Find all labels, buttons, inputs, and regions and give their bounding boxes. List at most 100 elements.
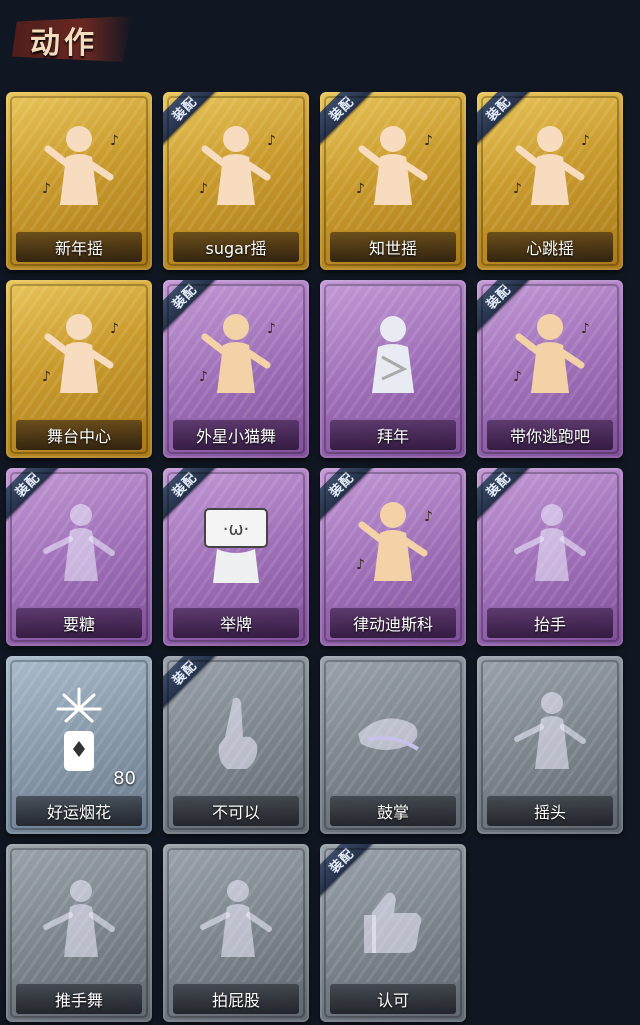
equipped-ribbon: 装配 xyxy=(477,280,533,336)
emote-name: 不可以 xyxy=(211,803,260,822)
card-label-bar: 拍屁股 xyxy=(173,984,299,1014)
emote-name: 新年摇 xyxy=(54,239,103,258)
svg-text:♪: ♪ xyxy=(42,369,51,385)
emote-name: 鼓掌 xyxy=(376,803,409,822)
emote-card[interactable]: ♪ ♪ 装配知世摇 xyxy=(320,92,466,270)
equipped-label: 装配 xyxy=(12,469,44,501)
emote-name: 心跳摇 xyxy=(525,239,574,258)
emote-card[interactable]: 拍屁股 xyxy=(163,844,309,1022)
card-label-bar: 律动迪斯科 xyxy=(330,608,456,638)
emote-card[interactable]: ♪ ♪ 装配 sugar摇 xyxy=(163,92,309,270)
equipped-label: 装配 xyxy=(169,469,201,501)
svg-text:♪: ♪ xyxy=(581,321,590,337)
emote-name: 举牌 xyxy=(219,615,252,634)
equipped-ribbon: 装配 xyxy=(320,92,376,148)
emote-card[interactable]: ♪ ♪ 装配 外星小猫舞 xyxy=(163,280,309,458)
emote-name: 拜年 xyxy=(376,427,409,446)
emote-name: 知世摇 xyxy=(368,239,417,258)
emote-card[interactable]: 鼓掌 xyxy=(320,656,466,834)
card-label-bar: 不可以 xyxy=(173,796,299,826)
card-label-bar: 举牌 xyxy=(173,608,299,638)
equipped-badge: 装配 xyxy=(320,468,376,524)
svg-text:♪: ♪ xyxy=(356,557,365,573)
emote-card[interactable]: 装配不可以 xyxy=(163,656,309,834)
equipped-badge: 装配 xyxy=(477,92,533,148)
emote-name: 带你逃跑吧 xyxy=(509,427,590,446)
emote-card[interactable]: 80 好运烟花 xyxy=(6,656,152,834)
equipped-label: 装配 xyxy=(326,845,358,877)
emote-card[interactable]: 装配抬手 xyxy=(477,468,623,646)
header: 动作 xyxy=(0,0,640,72)
equipped-badge: 装配 xyxy=(163,656,219,712)
emote-card[interactable]: 推手舞 xyxy=(6,844,152,1022)
svg-text:·ω·: ·ω· xyxy=(223,519,250,540)
ghost-figure-icon xyxy=(163,862,309,972)
svg-text:♪: ♪ xyxy=(424,133,433,149)
svg-text:♪: ♪ xyxy=(356,181,365,197)
card-label-bar: 鼓掌 xyxy=(330,796,456,826)
item-count: 80 xyxy=(113,768,136,789)
emote-card[interactable]: ♪ ♪ 装配律动迪斯科 xyxy=(320,468,466,646)
equipped-badge: 装配 xyxy=(477,280,533,336)
card-label-bar: 抬手 xyxy=(487,608,613,638)
emote-name: 外星小猫舞 xyxy=(195,427,276,446)
equipped-label: 装配 xyxy=(169,281,201,313)
emote-card[interactable]: 拜年 xyxy=(320,280,466,458)
equipped-ribbon: 装配 xyxy=(163,280,219,336)
equipped-badge: 装配 xyxy=(6,468,62,524)
equipped-label: 装配 xyxy=(326,469,358,501)
emote-card[interactable]: ♪ ♪ 舞台中心 xyxy=(6,280,152,458)
equipped-ribbon: 装配 xyxy=(163,92,219,148)
equipped-ribbon: 装配 xyxy=(320,844,376,900)
card-label-bar: 认可 xyxy=(330,984,456,1014)
equipped-badge: 装配 xyxy=(320,92,376,148)
svg-text:♪: ♪ xyxy=(110,133,119,149)
equipped-ribbon: 装配 xyxy=(477,468,533,524)
equipped-ribbon: 装配 xyxy=(163,656,219,712)
emote-name: 好运烟花 xyxy=(46,803,111,822)
card-label-bar: 要糖 xyxy=(16,608,142,638)
svg-text:♪: ♪ xyxy=(513,369,522,385)
emote-name: 舞台中心 xyxy=(46,427,111,446)
equipped-label: 装配 xyxy=(169,93,201,125)
emote-card[interactable]: ♪ ♪ 装配带你逃跑吧 xyxy=(477,280,623,458)
emote-card[interactable]: 装配认可 xyxy=(320,844,466,1022)
emote-name: 拍屁股 xyxy=(211,991,260,1010)
equipped-ribbon: 装配 xyxy=(477,92,533,148)
emote-name: 要糖 xyxy=(62,615,95,634)
equipped-badge: 装配 xyxy=(163,280,219,336)
equipped-label: 装配 xyxy=(169,657,201,689)
page-title: 动作 xyxy=(30,26,98,61)
equipped-badge: 装配 xyxy=(477,468,533,524)
card-label-bar: 好运烟花 xyxy=(16,796,142,826)
svg-text:♪: ♪ xyxy=(267,133,276,149)
equipped-badge: 装配 xyxy=(163,468,219,524)
emote-name: 推手舞 xyxy=(54,991,103,1010)
equipped-label: 装配 xyxy=(326,93,358,125)
ghost-figure-icon xyxy=(477,674,623,784)
emote-card[interactable]: 摇头 xyxy=(477,656,623,834)
svg-text:♪: ♪ xyxy=(42,181,51,197)
equipped-label: 装配 xyxy=(483,93,515,125)
emote-card[interactable]: 装配要糖 xyxy=(6,468,152,646)
dancer-icon: ♪ ♪ xyxy=(6,298,152,408)
ghost-figure-icon xyxy=(6,862,152,972)
card-label-bar: sugar摇 xyxy=(173,232,299,262)
emote-name: 抬手 xyxy=(533,615,566,634)
card-label-bar: 新年摇 xyxy=(16,232,142,262)
equipped-ribbon: 装配 xyxy=(6,468,62,524)
emote-card[interactable]: ♪ ♪ 新年摇 xyxy=(6,92,152,270)
card-label-bar: 心跳摇 xyxy=(487,232,613,262)
card-label-bar: 拜年 xyxy=(330,420,456,450)
emote-card[interactable]: ·ω· 装配举牌 xyxy=(163,468,309,646)
emote-name: 摇头 xyxy=(533,803,566,822)
equipped-badge: 装配 xyxy=(163,92,219,148)
bow-icon xyxy=(320,298,466,408)
svg-text:♪: ♪ xyxy=(424,509,433,525)
card-label-bar: 知世摇 xyxy=(330,232,456,262)
emote-name: 律动迪斯科 xyxy=(352,615,433,634)
emote-card[interactable]: ♪ ♪ 装配 心跳摇 xyxy=(477,92,623,270)
svg-text:♪: ♪ xyxy=(581,133,590,149)
equipped-ribbon: 装配 xyxy=(320,468,376,524)
clap-icon xyxy=(320,674,466,784)
